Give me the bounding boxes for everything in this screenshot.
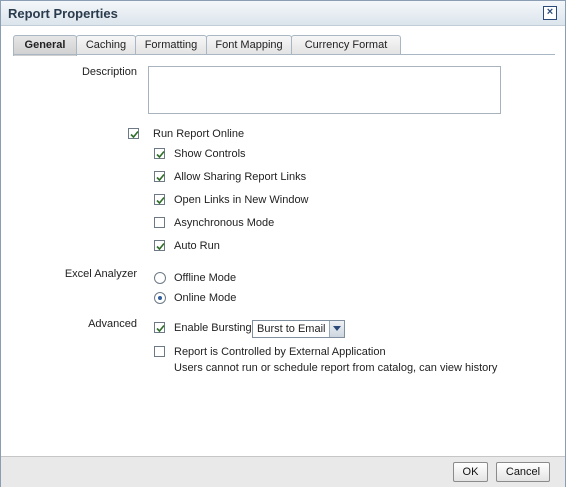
external-app-note: Users cannot run or schedule report from… [174, 362, 498, 374]
checkmark-icon [156, 324, 165, 333]
dialog-footer: OK Cancel [1, 456, 565, 487]
chevron-down-icon [333, 326, 341, 331]
ok-button[interactable]: OK [453, 462, 488, 482]
dropdown-button[interactable] [329, 321, 344, 337]
checkmark-icon [130, 130, 139, 139]
advanced-label: Advanced [88, 318, 137, 330]
checkmark-icon [156, 196, 165, 205]
tab-divider [13, 54, 555, 55]
excel-analyzer-label: Excel Analyzer [64, 268, 137, 280]
open-links-new-window-checkbox[interactable] [154, 194, 165, 205]
open-links-new-window-label: Open Links in New Window [174, 194, 309, 206]
tab-general[interactable]: General [13, 35, 77, 56]
online-mode-radio[interactable] [154, 292, 166, 304]
tab-formatting[interactable]: Formatting [135, 35, 207, 55]
asynchronous-mode-checkbox[interactable] [154, 217, 165, 228]
online-mode-label: Online Mode [174, 292, 237, 304]
description-field[interactable] [148, 66, 501, 114]
tab-currency-format[interactable]: Currency Format [291, 35, 401, 55]
offline-mode-radio[interactable] [154, 272, 166, 284]
enable-bursting-label: Enable Bursting [174, 322, 252, 334]
run-report-online-label: Run Report Online [153, 128, 245, 140]
offline-mode-label: Offline Mode [174, 272, 237, 284]
run-report-online-checkbox[interactable] [128, 128, 139, 139]
report-properties-dialog: Report Properties × General Caching Form… [0, 0, 566, 487]
auto-run-label: Auto Run [174, 240, 220, 252]
allow-sharing-checkbox[interactable] [154, 171, 165, 182]
external-app-checkbox[interactable] [154, 346, 165, 357]
auto-run-checkbox[interactable] [154, 240, 165, 251]
tab-font-mapping[interactable]: Font Mapping [206, 35, 292, 55]
burst-type-value: Burst to Email [257, 323, 326, 335]
title-bar: Report Properties × [1, 1, 565, 26]
allow-sharing-label: Allow Sharing Report Links [174, 171, 307, 183]
external-app-label: Report is Controlled by External Applica… [174, 346, 386, 358]
tab-caching[interactable]: Caching [76, 35, 136, 55]
asynchronous-mode-label: Asynchronous Mode [174, 217, 275, 229]
checkmark-icon [156, 150, 165, 159]
checkmark-icon [156, 173, 165, 182]
checkmark-icon [156, 242, 165, 251]
cancel-button[interactable]: Cancel [496, 462, 550, 482]
radio-selected-dot [158, 296, 162, 300]
show-controls-label: Show Controls [174, 148, 246, 160]
show-controls-checkbox[interactable] [154, 148, 165, 159]
burst-type-select[interactable]: Burst to Email [252, 320, 345, 338]
dialog-title: Report Properties [8, 6, 118, 21]
enable-bursting-checkbox[interactable] [154, 322, 165, 333]
close-icon[interactable]: × [543, 6, 557, 20]
description-label: Description [81, 66, 137, 78]
